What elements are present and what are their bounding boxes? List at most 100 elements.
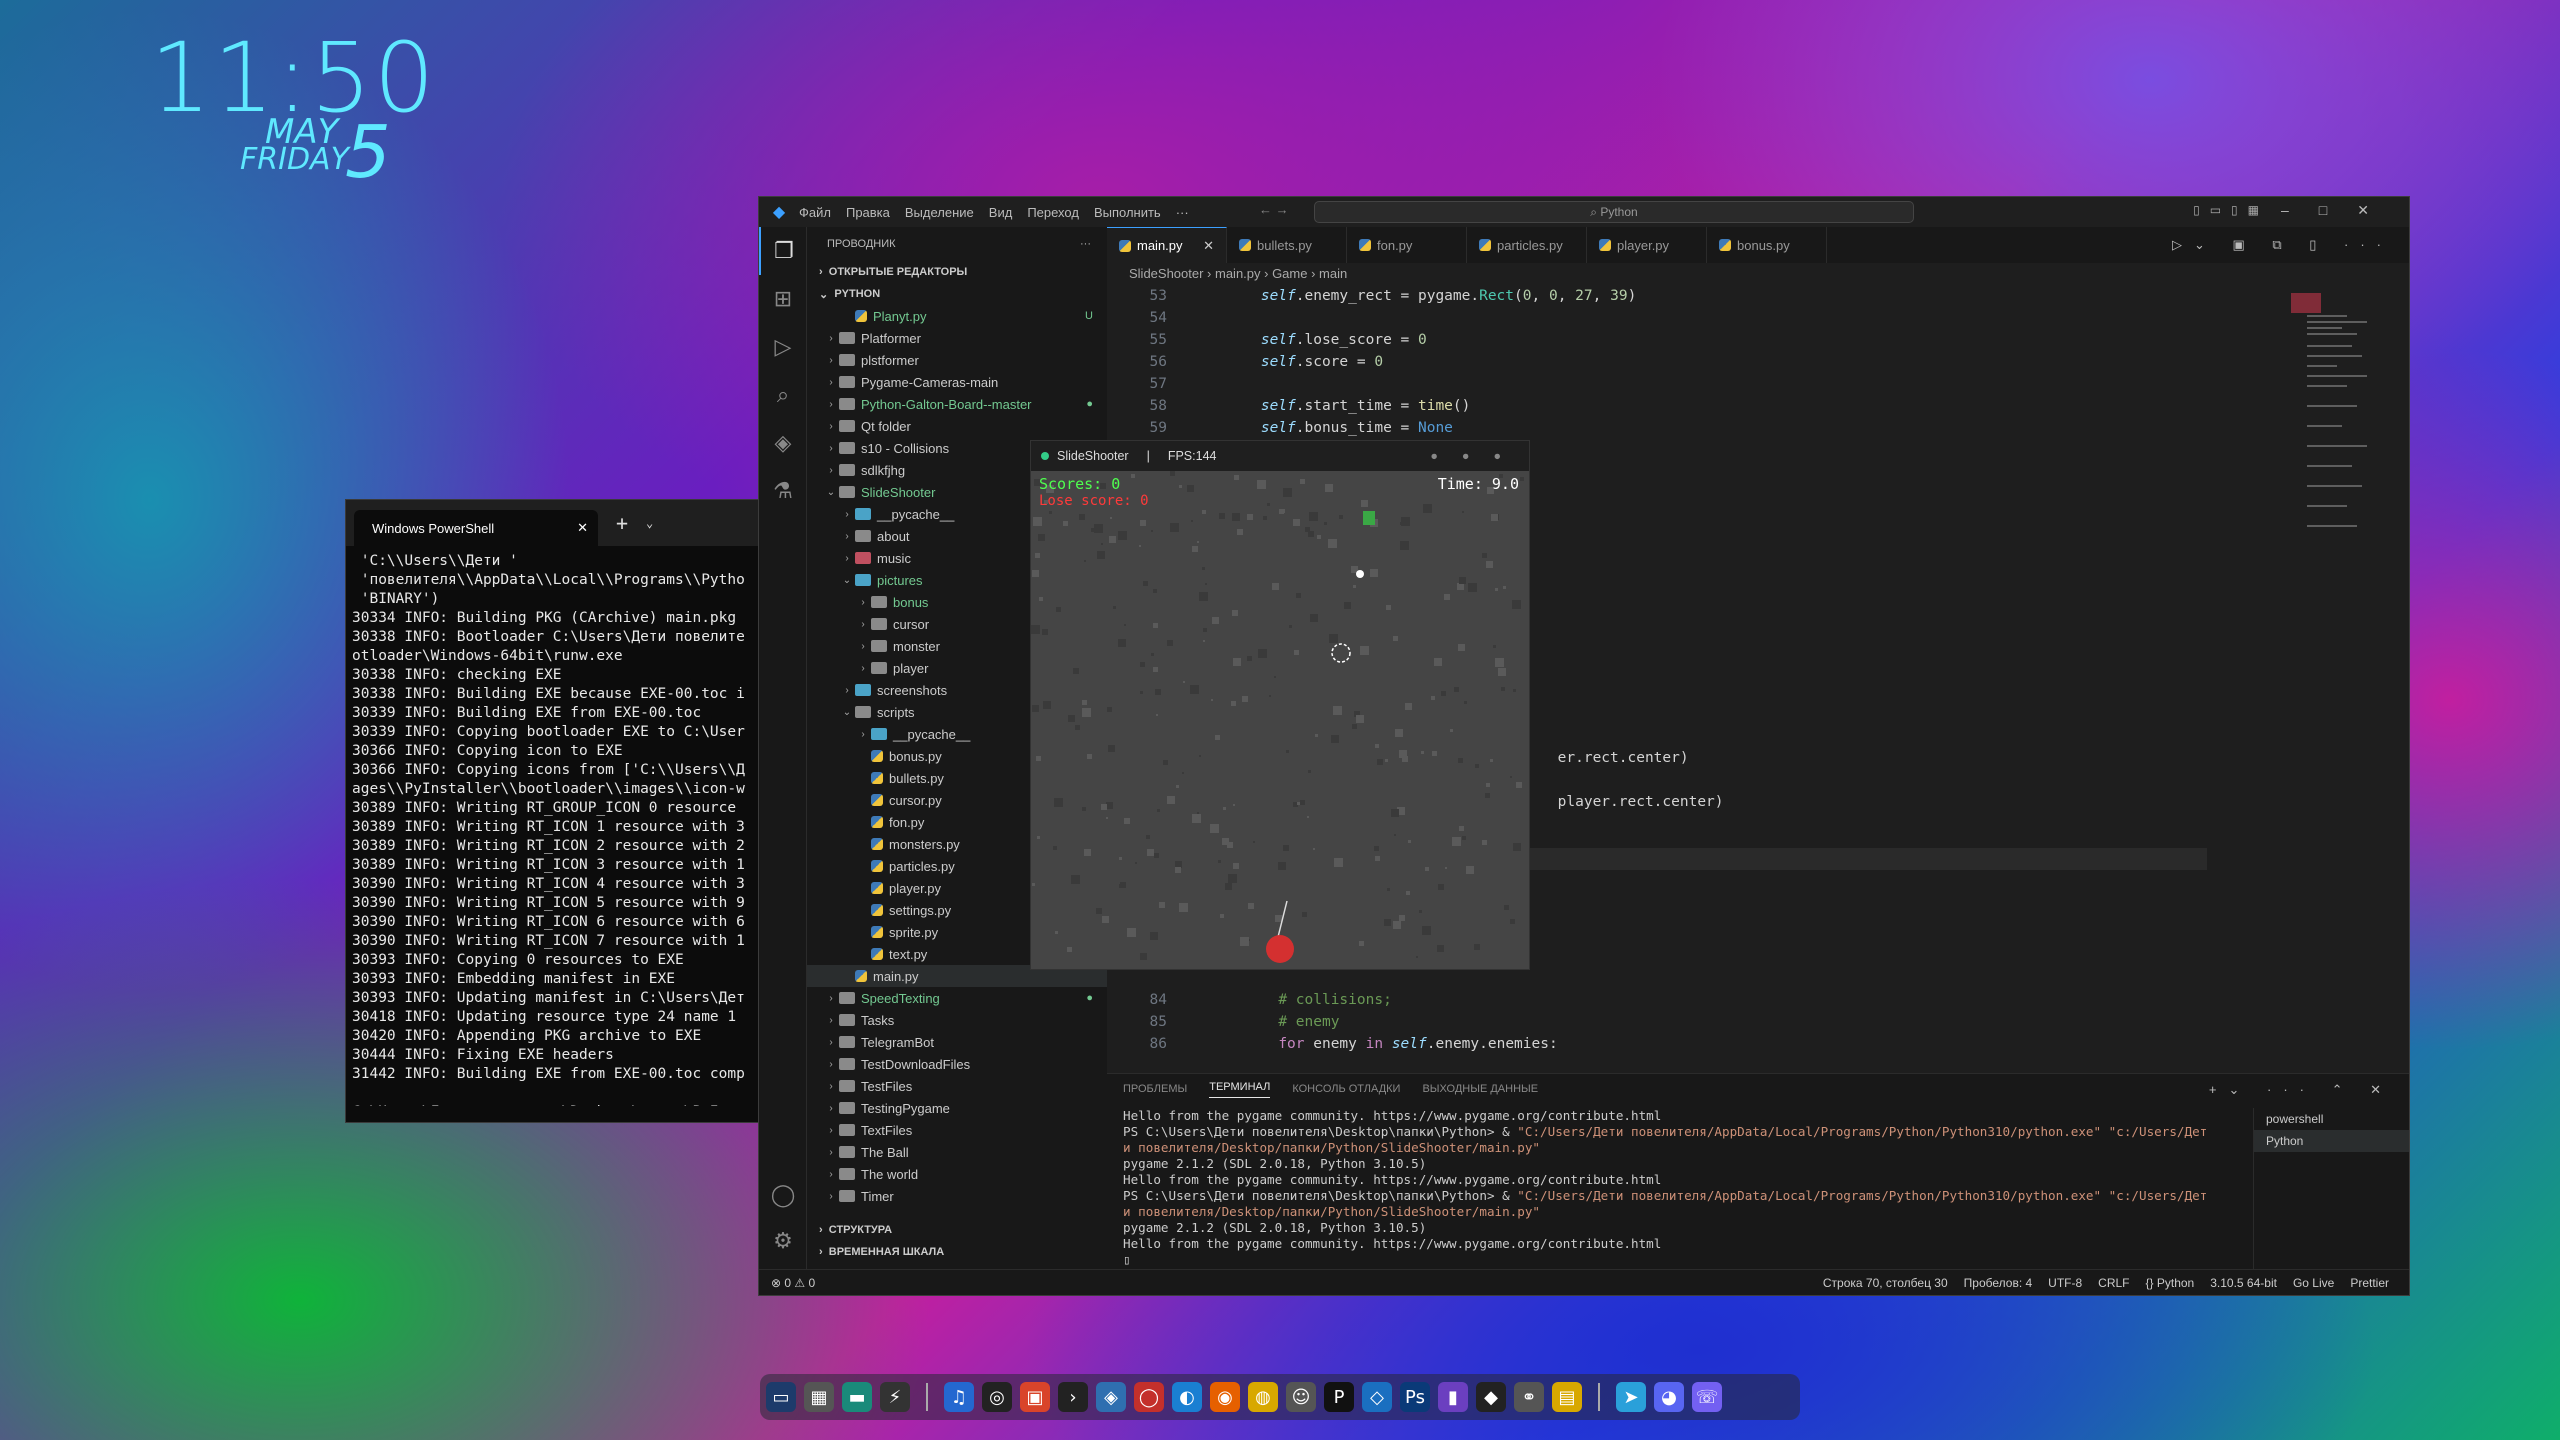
viber-icon[interactable]: ☏ (1692, 1382, 1722, 1412)
music-icon[interactable]: ♫ (944, 1382, 974, 1412)
gear-icon[interactable]: ⚙ (759, 1217, 807, 1265)
status-item[interactable]: Go Live (2293, 1276, 2334, 1290)
pycharm-icon[interactable]: P (1324, 1382, 1354, 1412)
tree-item[interactable]: › Timer (807, 1185, 1107, 1207)
discord-icon[interactable]: ◕ (1654, 1382, 1684, 1412)
photoshop-icon[interactable]: Ps (1400, 1382, 1430, 1412)
vscode-terminal-icon[interactable]: ⚡ (880, 1382, 910, 1412)
status-item[interactable]: UTF-8 (2048, 1276, 2082, 1290)
tree-item[interactable]: › TestDownloadFiles (807, 1053, 1107, 1075)
window-controls[interactable]: –□✕ (2281, 202, 2399, 219)
tree-item[interactable]: › Pygame-Cameras-main (807, 371, 1107, 393)
tree-item[interactable]: › Qt folder (807, 415, 1107, 437)
vscode-window[interactable]: ◆ Файл Правка Выделение Вид Переход Выполнить… (758, 196, 2410, 1296)
minimap[interactable] (2287, 285, 2397, 805)
menu-item[interactable]: Правка (846, 205, 890, 220)
open-editors-section[interactable]: › ОТКРЫТЫЕ РЕДАКТОРЫ (807, 261, 1107, 283)
breadcrumb[interactable]: SlideShooter › main.py › Game › main (1107, 263, 1347, 285)
tree-item[interactable]: › Python-Galton-Board--master ● (807, 393, 1107, 415)
status-item[interactable]: Строка 70, столбец 30 (1823, 1276, 1948, 1290)
more-actions-icon[interactable]: ··· (1080, 238, 1091, 250)
figma-icon[interactable]: ◆ (1476, 1382, 1506, 1412)
menu-item[interactable]: ··· (1176, 205, 1189, 220)
firefox-icon[interactable]: ◉ (1210, 1382, 1240, 1412)
menu-item[interactable]: Выделение (905, 205, 974, 220)
tree-item[interactable]: › TelegramBot (807, 1031, 1107, 1053)
tab-main-py[interactable]: main.py ✕ (1107, 227, 1227, 263)
desktop-icon[interactable]: ▭ (766, 1382, 796, 1412)
command-center-search[interactable]: ⌕ Python (1314, 201, 1914, 223)
twitch-icon[interactable]: ▮ (1438, 1382, 1468, 1412)
status-item[interactable]: {} Python (2146, 1276, 2195, 1290)
tab-player-py[interactable]: player.py (1587, 227, 1707, 263)
tree-item[interactable]: › plstformer (807, 349, 1107, 371)
chevron-down-icon[interactable]: ⌄ (646, 516, 653, 530)
menu-item[interactable]: Переход (1027, 205, 1079, 220)
close-icon[interactable]: ✕ (577, 520, 588, 536)
tab-fon-py[interactable]: fon.py (1347, 227, 1467, 263)
menu-item[interactable]: Выполнить (1094, 205, 1161, 220)
chrome-icon[interactable]: ◍ (1248, 1382, 1278, 1412)
layout-controls-icon[interactable]: ▯▭▯▦ (2193, 203, 2269, 217)
status-item[interactable]: 3.10.5 64-bit (2210, 1276, 2277, 1290)
new-tab-icon[interactable]: + (616, 511, 628, 535)
tree-item[interactable]: › TestingPygame (807, 1097, 1107, 1119)
steam-icon[interactable]: ◎ (982, 1382, 1012, 1412)
game-canvas[interactable]: Scores: 0 Lose score: 0 Time: 9.0 (1031, 471, 1529, 969)
menu-item[interactable]: Файл (799, 205, 831, 220)
explorer-icon[interactable]: ❐ (759, 227, 807, 275)
account-icon[interactable]: ◯ (759, 1171, 807, 1219)
vscode-icon[interactable]: ◇ (1362, 1382, 1392, 1412)
panel-tab[interactable]: КОНСОЛЬ ОТЛАДКИ (1292, 1083, 1400, 1095)
terminal-tools[interactable]: +⌄ ··· ⌃ ✕ (2209, 1082, 2393, 1098)
terminal-output[interactable]: Hello from the pygame community. https:/… (1107, 1108, 2255, 1268)
menu-item[interactable]: Вид (989, 205, 1013, 220)
editor-actions[interactable]: ▷⌄ ▣ ⧉ ▯ ··· (2172, 237, 2393, 253)
tab-bullets-py[interactable]: bullets.py (1227, 227, 1347, 263)
telegram-icon[interactable]: ➤ (1616, 1382, 1646, 1412)
folder-icon[interactable]: ▬ (842, 1382, 872, 1412)
tree-item[interactable]: › Platformer (807, 327, 1107, 349)
tree-item[interactable]: Planyt.py U (807, 305, 1107, 327)
office-icon[interactable]: ▣ (1020, 1382, 1050, 1412)
widgets-icon[interactable]: ▦ (804, 1382, 834, 1412)
powershell-tab[interactable]: Windows PowerShell ✕ (354, 510, 598, 546)
workspace-root[interactable]: ⌄ PYTHON (807, 283, 1107, 305)
panel-tab[interactable]: ТЕРМИНАЛ (1209, 1081, 1271, 1098)
pygame-window[interactable]: SlideShooter | FPS:144 ●●● Scores: 0 Los… (1030, 440, 1530, 970)
timeline-section[interactable]: › ВРЕМЕННАЯ ШКАЛА (807, 1241, 1107, 1263)
tree-item[interactable]: › TextFiles (807, 1119, 1107, 1141)
problems-indicator[interactable]: ⊗ 0 ⚠ 0 (759, 1276, 815, 1290)
navigation-arrows-icon[interactable]: ← → (1259, 202, 1289, 217)
panel-tab[interactable]: ПРОБЛЕМЫ (1123, 1083, 1187, 1095)
extensions-icon[interactable]: ⊞ (759, 275, 807, 323)
tree-item[interactable]: › The world (807, 1163, 1107, 1185)
python-icon[interactable]: ◈ (759, 419, 807, 467)
panel-tab[interactable]: ВЫХОДНЫЕ ДАННЫЕ (1422, 1083, 1538, 1095)
window-controls[interactable]: ●●● (1430, 449, 1529, 463)
testing-icon[interactable]: ⚗ (759, 467, 807, 515)
tab-particles-py[interactable]: particles.py (1467, 227, 1587, 263)
close-icon[interactable]: ✕ (1203, 238, 1214, 254)
powershell-window[interactable]: Windows PowerShell ✕ + ⌄ 'C:\\Users\\Дет… (345, 499, 765, 1123)
terminal-instance[interactable]: Python (2254, 1130, 2409, 1152)
edge-icon[interactable]: ◐ (1172, 1382, 1202, 1412)
search-icon[interactable]: ⌕ (759, 371, 807, 419)
tree-item[interactable]: › The Ball (807, 1141, 1107, 1163)
tree-item[interactable]: › Tasks (807, 1009, 1107, 1031)
status-item[interactable]: Prettier (2350, 1276, 2389, 1290)
powershell-output[interactable]: 'C:\\Users\\Дети ' 'повелителя\\AppData\… (346, 546, 764, 1106)
tree-item[interactable]: › TestFiles (807, 1075, 1107, 1097)
python-icon[interactable]: ◈ (1096, 1382, 1126, 1412)
outline-section[interactable]: › СТРУКТУРА (807, 1219, 1107, 1241)
discord-bot-icon[interactable]: ☺ (1286, 1382, 1316, 1412)
status-item[interactable]: CRLF (2098, 1276, 2129, 1290)
arrow-icon[interactable]: › (1058, 1382, 1088, 1412)
tree-item[interactable]: › SpeedTexting ● (807, 987, 1107, 1009)
tab-bonus-py[interactable]: bonus.py (1707, 227, 1827, 263)
terminal-instance[interactable]: powershell (2254, 1108, 2409, 1130)
explorer-icon[interactable]: ▤ (1552, 1382, 1582, 1412)
link-icon[interactable]: ⚭ (1514, 1382, 1544, 1412)
opera-icon[interactable]: ◯ (1134, 1382, 1164, 1412)
run-debug-icon[interactable]: ▷ (759, 323, 807, 371)
